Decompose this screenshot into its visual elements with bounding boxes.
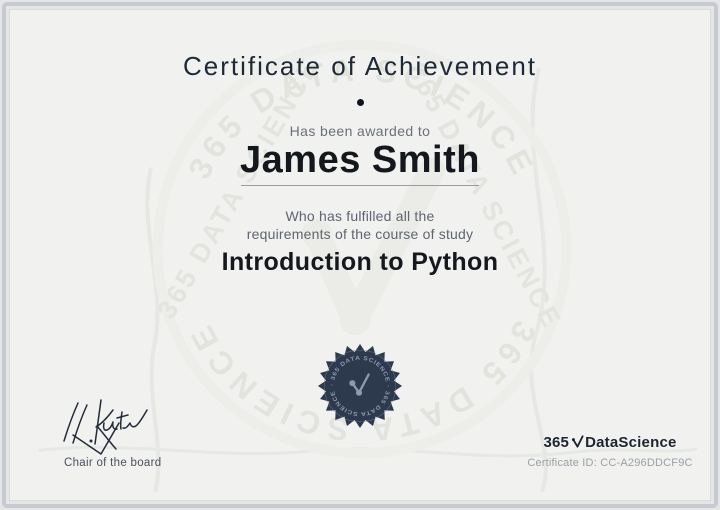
certificate-paper: 365 DATA SCIENCE 365 DATA SCIENCE 365 DA… [9,9,711,501]
course-title: Introduction to Python [10,248,710,277]
certificate-screenshot: { "certificate": { "title": "Certificate… [0,0,720,510]
brand-suffix: DataScience [585,434,676,451]
name-underline [241,185,479,186]
brand-prefix: 365 [543,434,569,451]
awarded-label: Has been awarded to [10,123,710,139]
brand-logo: 365 DataScience [525,434,695,451]
description-line-1: Who has fulfilled all the [10,208,710,224]
brand-check-icon [571,434,584,449]
seal-badge: · 365 DATA SCIENCE · 365 DATA SCIENCE [317,343,403,429]
signature [59,397,179,455]
certificate-id: Certificate ID: CC-A296DDCF9C [525,457,695,469]
separator-dot [357,99,364,106]
certificate-title: Certificate of Achievement [10,51,710,82]
recipient-name: James Smith [10,139,710,182]
description-line-2: requirements of the course of study [10,226,710,242]
signer-title: Chair of the board [64,457,161,469]
